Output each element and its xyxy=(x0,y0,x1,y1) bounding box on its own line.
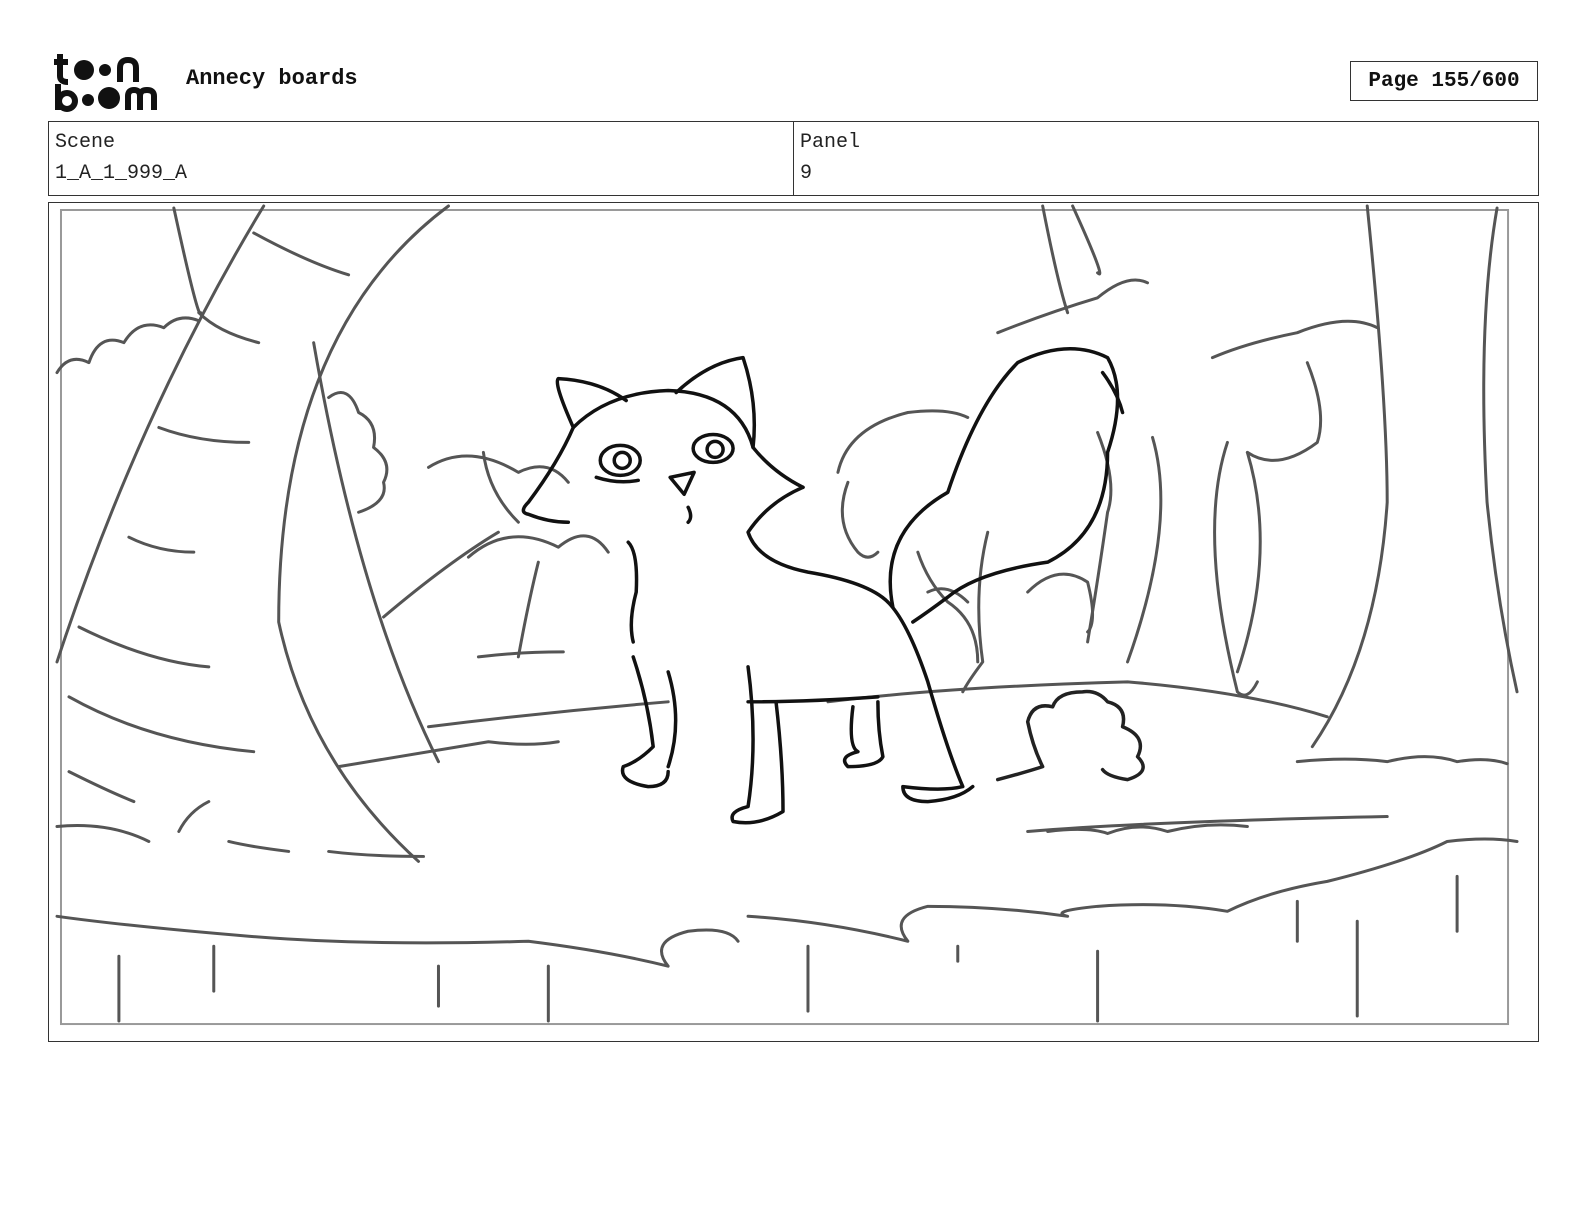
page-indicator: Page 155/600 xyxy=(1350,61,1538,101)
toon-boom-logo xyxy=(54,54,157,112)
scene-cell: Scene 1_A_1_999_A xyxy=(49,122,793,195)
storyboard-panel-frame xyxy=(48,202,1539,1042)
panel-cell: Panel 9 xyxy=(793,122,1538,195)
panel-label: Panel xyxy=(800,131,861,154)
project-title: Annecy boards xyxy=(186,66,358,91)
panel-value: 9 xyxy=(800,162,813,185)
scene-value: 1_A_1_999_A xyxy=(55,162,188,185)
scene-label: Scene xyxy=(55,131,116,154)
storyboard-sketch xyxy=(55,204,1519,1026)
scene-panel-info: Scene 1_A_1_999_A Panel 9 xyxy=(48,121,1539,196)
